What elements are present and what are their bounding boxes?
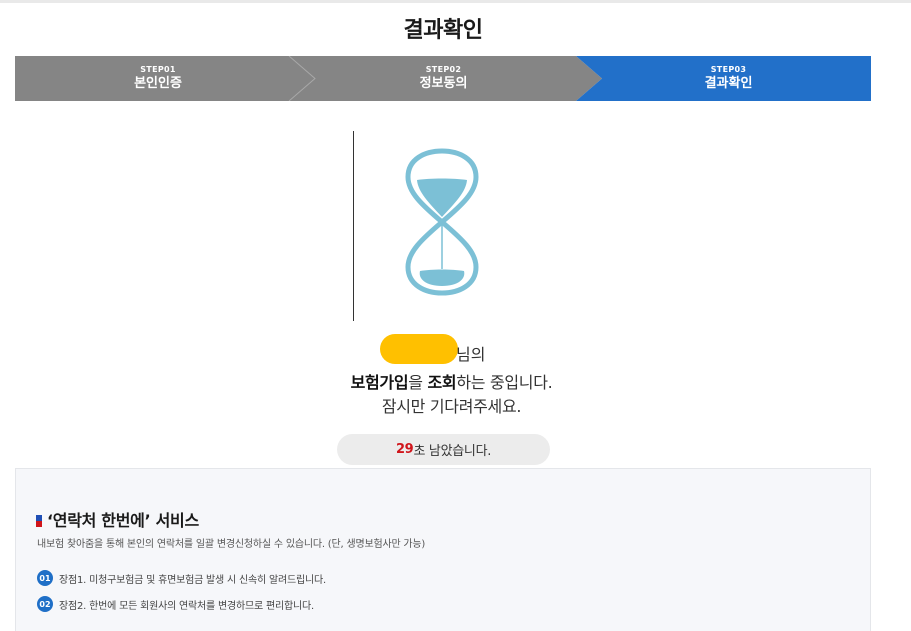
- step-1-label: 본인인증: [134, 76, 182, 91]
- name-suffix: 님의: [456, 345, 486, 364]
- hourglass-icon: [405, 148, 479, 296]
- service-description: 내보험 찾아줌을 통해 본인의 연락처를 일괄 변경신청하실 수 있습니다. (…: [37, 539, 426, 550]
- status-keyword-insurance: 보험가입: [350, 373, 409, 392]
- benefit-item: 02 장점2. 한번에 모든 회원사의 연락처를 변경하므로 편리합니다.: [37, 596, 314, 612]
- status-message: 보험가입을 조회하는 중입니다.: [15, 369, 888, 393]
- step-3-label: 결과확인: [704, 76, 753, 91]
- benefit-number-badge: 01: [37, 570, 53, 586]
- countdown-seconds: 29: [395, 442, 414, 457]
- benefit-text: 장점1. 미청구보험금 및 휴면보험금 발생 시 신속히 알려드립니다.: [59, 574, 326, 586]
- benefit-text: 장점2. 한번에 모든 회원사의 연락처를 변경하므로 편리합니다.: [59, 600, 314, 612]
- countdown-text: 초 남았습니다.: [413, 444, 492, 459]
- flag-icon: [36, 515, 42, 527]
- step-2: STEP02 정보동의: [301, 56, 586, 101]
- step-1: STEP01 본인인증: [15, 56, 301, 101]
- benefit-number-badge: 02: [37, 596, 53, 612]
- status-particle: 을: [408, 373, 428, 392]
- step-2-number: STEP02: [425, 65, 462, 74]
- name-redaction: [380, 334, 458, 364]
- status-keyword-lookup: 조회: [427, 373, 457, 392]
- contact-service-panel: ‘연락처 한번에’ 서비스 내보험 찾아줌을 통해 본인의 연락처를 일괄 변경…: [15, 468, 871, 631]
- vertical-divider: [353, 131, 354, 321]
- page-title: 결과확인: [403, 18, 483, 43]
- step-2-label: 정보동의: [419, 76, 468, 91]
- benefit-item: 01 장점1. 미청구보험금 및 휴면보험금 발생 시 신속히 알려드립니다.: [37, 570, 326, 586]
- status-end: 하는 중입니다.: [456, 373, 553, 392]
- step-1-number: STEP01: [140, 65, 176, 74]
- step-3-active: STEP03 결과확인: [586, 56, 871, 101]
- countdown-badge: 29 초 남았습니다.: [337, 434, 550, 465]
- step-3-number: STEP03: [710, 65, 747, 74]
- top-rule: [0, 0, 911, 3]
- service-title: ‘연락처 한번에’ 서비스: [47, 511, 199, 530]
- step-progress-bar: STEP01 본인인증 STEP02 정보동의 STEP03 결과확인: [15, 56, 871, 101]
- wait-message: 잠시만 기다려주세요.: [381, 397, 522, 416]
